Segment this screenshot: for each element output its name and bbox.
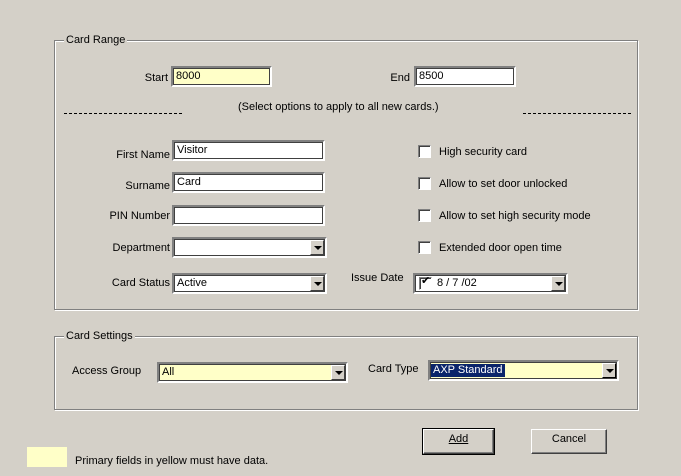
chevron-down-icon[interactable] — [551, 276, 565, 291]
card-type-label: Card Type — [368, 363, 419, 375]
chevron-down-icon[interactable] — [310, 276, 324, 291]
extended-open-time-label[interactable]: Extended door open time — [439, 241, 562, 255]
department-label: Department — [112, 242, 170, 254]
footer-note: Primary fields in yellow must have data. — [75, 455, 269, 467]
first-name-label: First Name — [116, 149, 170, 161]
chevron-down-icon[interactable] — [310, 240, 324, 255]
access-group-label: Access Group — [72, 365, 142, 377]
issue-date-value: 8 / 7 /02 — [437, 277, 477, 289]
pin-number-input[interactable] — [172, 205, 325, 226]
extended-open-time-checkbox[interactable] — [418, 241, 431, 254]
card-status-select[interactable]: Active — [172, 273, 327, 294]
department-select[interactable] — [172, 237, 327, 258]
options-note: (Select options to apply to all new card… — [238, 101, 439, 113]
add-button[interactable]: Add — [422, 428, 495, 455]
end-label: End — [390, 72, 410, 84]
cancel-button-label: Cancel — [551, 433, 587, 445]
issue-date-picker[interactable]: 8 / 7 /02 — [413, 273, 568, 294]
end-input[interactable]: 8500 — [414, 66, 516, 87]
start-input[interactable]: 8000 — [171, 66, 272, 87]
add-button-label: Add — [448, 433, 469, 445]
card-status-label: Card Status — [111, 277, 170, 289]
pin-number-label: PIN Number — [109, 210, 170, 222]
card-type-select[interactable]: AXP Standard — [428, 360, 619, 381]
card-settings-legend: Card Settings — [64, 329, 135, 343]
yellow-swatch — [27, 447, 67, 467]
start-label: Start — [144, 72, 168, 84]
access-group-value: All — [162, 366, 175, 378]
cancel-button[interactable]: Cancel — [531, 429, 607, 454]
surname-input[interactable]: Card — [172, 172, 325, 193]
access-group-select[interactable]: All — [157, 362, 348, 383]
high-security-label[interactable]: High security card — [439, 145, 527, 159]
chevron-down-icon[interactable] — [331, 365, 345, 380]
card-range-legend: Card Range — [64, 33, 128, 47]
card-status-value: Active — [177, 277, 207, 289]
high-security-checkbox[interactable] — [418, 145, 431, 158]
options-divider-right — [523, 113, 631, 114]
first-name-input[interactable]: Visitor — [172, 140, 325, 161]
card-type-value: AXP Standard — [431, 364, 505, 377]
door-unlocked-label[interactable]: Allow to set door unlocked — [439, 177, 567, 191]
issue-date-label: Issue Date — [351, 272, 404, 284]
high-security-mode-checkbox[interactable] — [418, 209, 431, 222]
issue-date-checkbox[interactable] — [419, 275, 432, 290]
chevron-down-icon[interactable] — [602, 363, 616, 378]
surname-label: Surname — [125, 180, 170, 192]
options-divider-left — [64, 113, 182, 114]
high-security-mode-label[interactable]: Allow to set high security mode — [439, 209, 591, 223]
door-unlocked-checkbox[interactable] — [418, 177, 431, 190]
